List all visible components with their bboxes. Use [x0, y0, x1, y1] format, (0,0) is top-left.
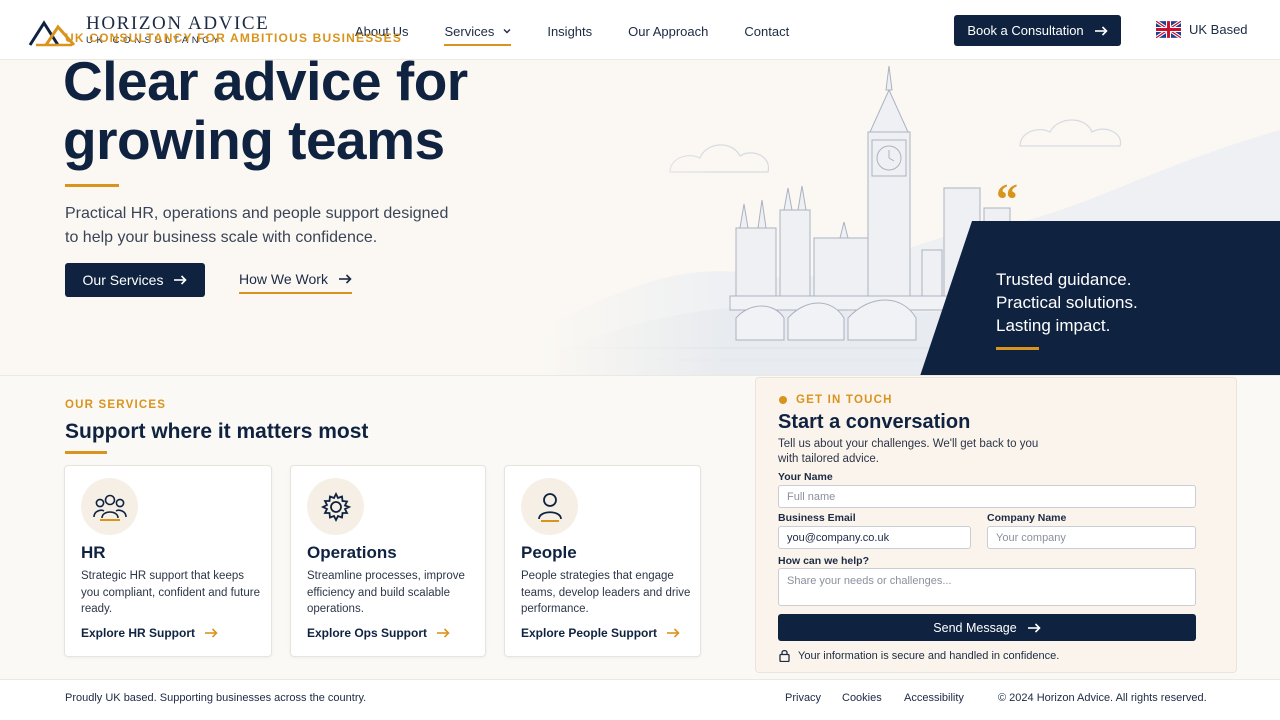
- hero-title: Clear advice for growing teams: [63, 50, 468, 171]
- how-we-work-label: How We Work: [239, 271, 328, 287]
- hero-description: Practical HR, operations and people supp…: [65, 205, 449, 246]
- nav-insights[interactable]: Insights: [547, 22, 592, 40]
- help-textarea[interactable]: Share your needs or challenges...: [778, 568, 1196, 606]
- footer-privacy-link[interactable]: Privacy: [785, 692, 821, 704]
- name-field[interactable]: Full name: [778, 485, 1196, 508]
- our-services-label: Our Services: [82, 272, 164, 288]
- person-icon: [537, 492, 562, 522]
- arrow-right-icon: [338, 274, 352, 284]
- service-card-hr[interactable]: HR Strategic HR support that keeps you c…: [64, 465, 272, 657]
- secure-note-label: Your information is secure and handled i…: [798, 649, 1060, 662]
- lock-icon: [779, 649, 790, 662]
- team-icon: [92, 494, 127, 521]
- nav-contact[interactable]: Contact: [744, 22, 789, 40]
- book-consultation-label: Book a Consultation: [967, 23, 1084, 38]
- service-card-title: HR: [81, 543, 106, 562]
- dot-icon: [779, 396, 787, 404]
- nav-services[interactable]: Services: [444, 22, 512, 46]
- quote-mark-icon: “: [996, 175, 1018, 224]
- region-label: UK Based: [1189, 22, 1248, 37]
- service-card-description: People strategies that engage teams, dev…: [521, 570, 691, 615]
- service-card-title: People: [521, 543, 577, 562]
- service-card-operations[interactable]: Operations Streamline processes, improve…: [290, 465, 486, 657]
- contact-title: Start a conversation: [778, 411, 971, 433]
- contact-description: Tell us about your challenges. We'll get…: [778, 438, 1039, 465]
- service-card-title: Operations: [307, 543, 397, 562]
- nav-services-label: Services: [444, 23, 495, 39]
- main-nav: About Us Services Insights Our Approach …: [355, 22, 825, 46]
- footer-accessibility-link[interactable]: Accessibility: [904, 692, 964, 704]
- email-field[interactable]: you@company.co.uk: [778, 526, 971, 549]
- company-field[interactable]: Your company: [987, 526, 1196, 549]
- name-label: Your Name: [778, 471, 833, 483]
- footer-tagline: Proudly UK based. Supporting businesses …: [65, 692, 367, 704]
- company-label: Company Name: [987, 512, 1067, 524]
- person-icon-badge: [521, 478, 578, 535]
- gear-icon-badge: [307, 478, 364, 535]
- hero-eyebrow: UK CONSULTANCY FOR AMBITIOUS BUSINESSES: [65, 31, 403, 45]
- service-card-description: Streamline processes, improve efficiency…: [307, 570, 465, 615]
- footer-cookies-link[interactable]: Cookies: [842, 692, 882, 704]
- gear-icon: [320, 491, 351, 522]
- service-card-description: Strategic HR support that keeps you comp…: [81, 570, 261, 615]
- explore-hr-label: Explore HR Support: [81, 626, 196, 640]
- explore-hr-link[interactable]: Explore HR Support: [81, 626, 218, 640]
- team-icon-badge: [81, 478, 138, 535]
- quote-line-2: Practical solutions.: [996, 293, 1138, 312]
- send-message-label: Send Message: [933, 620, 1017, 635]
- services-divider: [65, 451, 107, 454]
- explore-people-link[interactable]: Explore People Support: [521, 626, 680, 640]
- arrow-right-icon: [205, 628, 218, 638]
- arrow-right-icon: [437, 628, 450, 638]
- explore-ops-link[interactable]: Explore Ops Support: [307, 626, 450, 640]
- explore-people-label: Explore People Support: [521, 626, 658, 640]
- uk-flag-icon: [1156, 21, 1181, 38]
- region-selector[interactable]: UK Based: [1156, 21, 1248, 38]
- how-we-work-link[interactable]: How We Work: [239, 271, 352, 294]
- footer-copyright: © 2024 Horizon Advice. All rights reserv…: [998, 692, 1207, 704]
- service-card-people[interactable]: People People strategies that engage tea…: [504, 465, 701, 657]
- quote-line-1: Trusted guidance.: [996, 270, 1132, 289]
- nav-our-approach[interactable]: Our Approach: [628, 22, 708, 40]
- contact-eyebrow: GET IN TOUCH: [779, 394, 893, 406]
- arrow-right-icon: [1027, 622, 1041, 633]
- explore-ops-label: Explore Ops Support: [307, 626, 428, 640]
- our-services-button[interactable]: Our Services: [65, 263, 205, 297]
- send-message-button[interactable]: Send Message: [778, 614, 1196, 641]
- help-label: How can we help?: [778, 555, 870, 567]
- contact-eyebrow-label: GET IN TOUCH: [796, 394, 893, 406]
- arrow-right-icon: [667, 628, 680, 638]
- secure-note: Your information is secure and handled i…: [779, 649, 1059, 662]
- services-title: Support where it matters most: [65, 420, 369, 443]
- services-eyebrow: OUR SERVICES: [65, 399, 167, 411]
- arrow-right-icon: [174, 275, 188, 285]
- quote-line-3: Lasting impact.: [996, 316, 1111, 335]
- arrow-right-icon: [1094, 25, 1108, 36]
- email-label: Business Email: [778, 512, 856, 524]
- site-footer: Proudly UK based. Supporting businesses …: [0, 679, 1280, 720]
- quote-divider: [996, 347, 1039, 350]
- hero-divider: [65, 184, 119, 187]
- book-consultation-button[interactable]: Book a Consultation: [954, 15, 1121, 46]
- chevron-down-icon: [503, 29, 511, 34]
